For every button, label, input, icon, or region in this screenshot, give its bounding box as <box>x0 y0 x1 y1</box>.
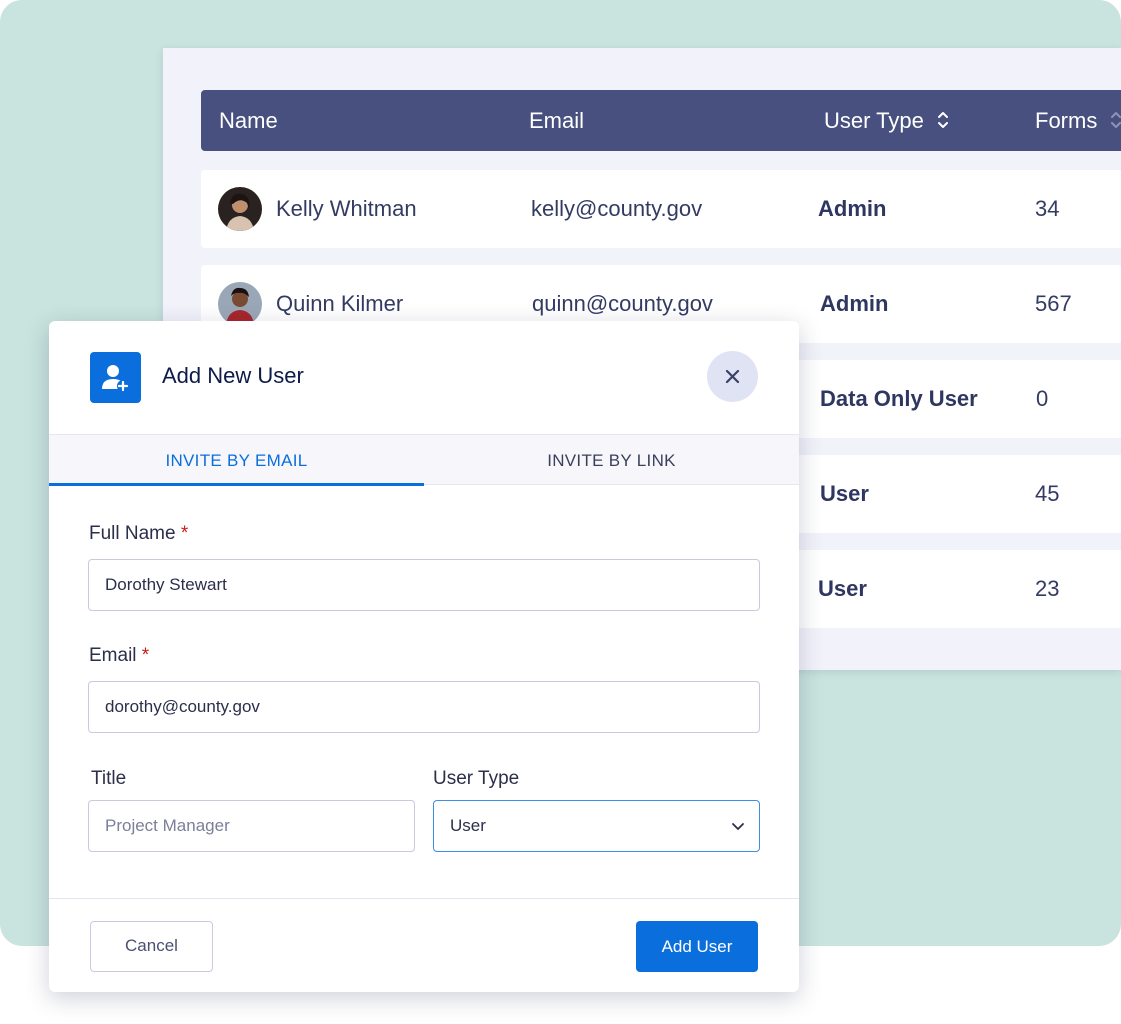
required-mark: * <box>141 645 150 666</box>
close-icon <box>725 369 740 384</box>
required-mark: * <box>180 523 189 544</box>
close-button[interactable] <box>707 351 758 402</box>
column-header-user-type[interactable]: User Type <box>824 90 950 151</box>
form-count: 45 <box>1035 481 1060 506</box>
full-name-input[interactable]: Dorothy Stewart <box>88 559 760 611</box>
full-name-label: Full Name * <box>89 523 188 545</box>
column-header-forms-label: Forms <box>1035 108 1098 133</box>
form-count: 567 <box>1035 291 1072 316</box>
table-row[interactable]: Kelly Whitman kelly@county.gov Admin 34 <box>201 170 1121 248</box>
user-type-label: User Type <box>433 768 520 789</box>
title-input[interactable]: Project Manager <box>88 800 415 852</box>
user-name: Kelly Whitman <box>276 196 417 221</box>
column-header-name[interactable]: Name <box>219 90 278 151</box>
column-header-forms[interactable]: Forms <box>1035 90 1121 151</box>
form-count: 23 <box>1035 576 1060 601</box>
user-email: kelly@county.gov <box>531 196 703 221</box>
add-user-modal: Add New User INVITE BY EMAIL INVITE BY L… <box>49 321 799 992</box>
tab-invite-by-email[interactable]: INVITE BY EMAIL <box>49 435 424 486</box>
full-name-label-text: Full Name <box>89 523 176 544</box>
user-type: User <box>818 576 867 601</box>
invite-tabs: INVITE BY EMAIL INVITE BY LINK <box>49 434 799 486</box>
table-header: Name Email User Type Forms <box>201 90 1121 151</box>
tab-invite-by-link[interactable]: INVITE BY LINK <box>424 435 799 486</box>
avatar <box>218 282 262 326</box>
modal-header: Add New User <box>49 321 799 434</box>
user-type: Data Only User <box>820 386 978 411</box>
column-header-email[interactable]: Email <box>529 90 584 151</box>
form-count: 34 <box>1035 196 1060 221</box>
modal-title: Add New User <box>162 363 304 388</box>
user-plus-icon <box>90 352 141 403</box>
column-header-user-type-label: User Type <box>824 108 924 133</box>
email-input[interactable]: dorothy@county.gov <box>88 681 760 733</box>
email-label-text: Email <box>89 645 137 666</box>
user-type: Admin <box>818 196 887 221</box>
user-type-value: User <box>450 816 486 835</box>
title-label: Title <box>91 768 127 789</box>
form-count: 0 <box>1036 386 1049 411</box>
cancel-button[interactable]: Cancel <box>90 921 213 972</box>
sort-icon[interactable] <box>936 109 950 131</box>
chevron-down-icon <box>732 823 744 830</box>
user-type: User <box>820 481 869 506</box>
email-label: Email * <box>89 645 149 667</box>
user-type: Admin <box>820 291 889 316</box>
user-type-select[interactable]: User <box>433 800 760 852</box>
add-user-button[interactable]: Add User <box>636 921 758 972</box>
avatar <box>218 187 262 231</box>
sort-icon[interactable] <box>1109 109 1121 131</box>
modal-footer: Cancel Add User <box>49 898 799 992</box>
